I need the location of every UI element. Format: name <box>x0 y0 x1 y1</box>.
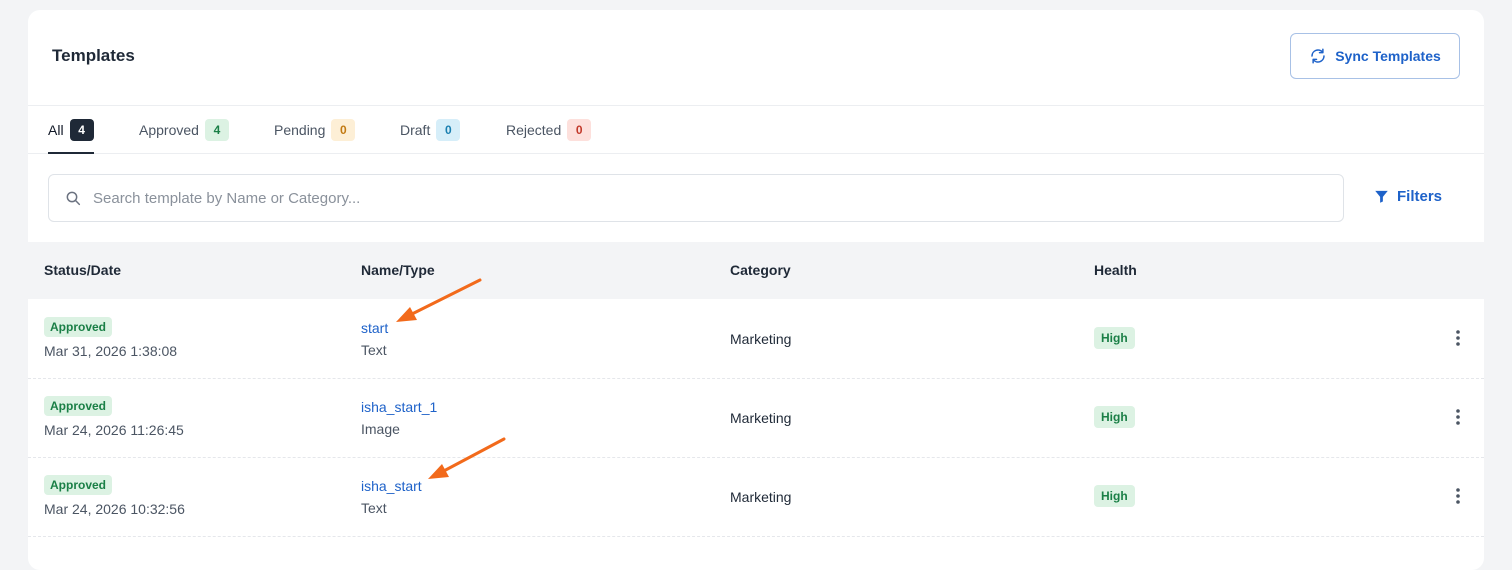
row-actions-button[interactable] <box>1448 328 1468 348</box>
page-title: Templates <box>52 46 135 65</box>
column-header-status-date: Status/Date <box>44 262 122 278</box>
tab-rejected[interactable]: Rejected 0 <box>506 106 592 153</box>
template-type: Image <box>361 421 400 437</box>
template-type: Text <box>361 500 387 516</box>
filter-icon <box>1375 190 1388 203</box>
template-name-link[interactable]: isha_start_1 <box>361 399 437 415</box>
tab-pending[interactable]: Pending 0 <box>274 106 356 153</box>
column-header-category: Category <box>730 262 791 278</box>
health-badge: High <box>1094 485 1135 507</box>
status-badge: Approved <box>44 396 113 416</box>
status-badge: Approved <box>44 317 113 337</box>
tab-count-badge: 0 <box>567 118 592 141</box>
row-date: Mar 24, 2026 11:26:45 <box>44 422 184 438</box>
sync-templates-button[interactable]: Sync Templates <box>1290 33 1460 79</box>
tab-label: Rejected <box>506 121 562 138</box>
table-header: Status/Date Name/Type Category Health <box>28 242 1484 299</box>
templates-card: Templates Sync Templates All 4 Approved … <box>28 10 1484 570</box>
column-header-health: Health <box>1094 262 1137 278</box>
tab-approved[interactable]: Approved 4 <box>139 106 229 153</box>
sync-templates-label: Sync Templates <box>1335 48 1441 64</box>
template-type: Text <box>361 342 387 358</box>
template-name-link[interactable]: start <box>361 320 388 336</box>
search-input[interactable] <box>91 188 1343 208</box>
health-badge: High <box>1094 327 1135 349</box>
status-tabs: All 4 Approved 4 Pending 0 Draft 0 Rejec… <box>28 106 1484 154</box>
tab-label: All <box>48 121 64 138</box>
tab-label: Approved <box>139 121 199 138</box>
search-box <box>48 174 1344 222</box>
health-badge: High <box>1094 406 1135 428</box>
more-vertical-icon <box>1456 409 1460 425</box>
tab-label: Draft <box>400 121 431 138</box>
template-name-link[interactable]: isha_start <box>361 478 422 494</box>
row-date: Mar 31, 2026 1:38:08 <box>44 343 178 359</box>
row-actions-button[interactable] <box>1448 486 1468 506</box>
more-vertical-icon <box>1456 330 1460 346</box>
refresh-icon <box>1311 48 1325 64</box>
template-category: Marketing <box>730 410 792 426</box>
table-row: Approved Mar 31, 2026 1:38:08 start Text… <box>28 299 1484 379</box>
table-row: Approved Mar 24, 2026 10:32:56 isha_star… <box>28 457 1484 537</box>
tab-all[interactable]: All 4 <box>48 106 94 154</box>
status-badge: Approved <box>44 475 113 495</box>
column-header-name-type: Name/Type <box>361 262 435 278</box>
tab-count-badge: 4 <box>69 118 94 141</box>
tab-draft[interactable]: Draft 0 <box>400 106 461 153</box>
card-header: Templates Sync Templates <box>28 10 1484 106</box>
tab-count-badge: 4 <box>204 118 229 141</box>
filters-button[interactable]: Filters <box>1374 188 1442 205</box>
tab-count-badge: 0 <box>436 118 461 141</box>
table-row: Approved Mar 24, 2026 11:26:45 isha_star… <box>28 378 1484 458</box>
row-actions-button[interactable] <box>1448 407 1468 427</box>
row-date: Mar 24, 2026 10:32:56 <box>44 501 185 517</box>
filters-label: Filters <box>1397 188 1443 205</box>
more-vertical-icon <box>1456 488 1460 504</box>
tab-count-badge: 0 <box>331 118 356 141</box>
template-category: Marketing <box>730 489 792 505</box>
template-category: Marketing <box>730 331 792 347</box>
tab-label: Pending <box>274 121 326 138</box>
search-icon <box>66 191 81 206</box>
